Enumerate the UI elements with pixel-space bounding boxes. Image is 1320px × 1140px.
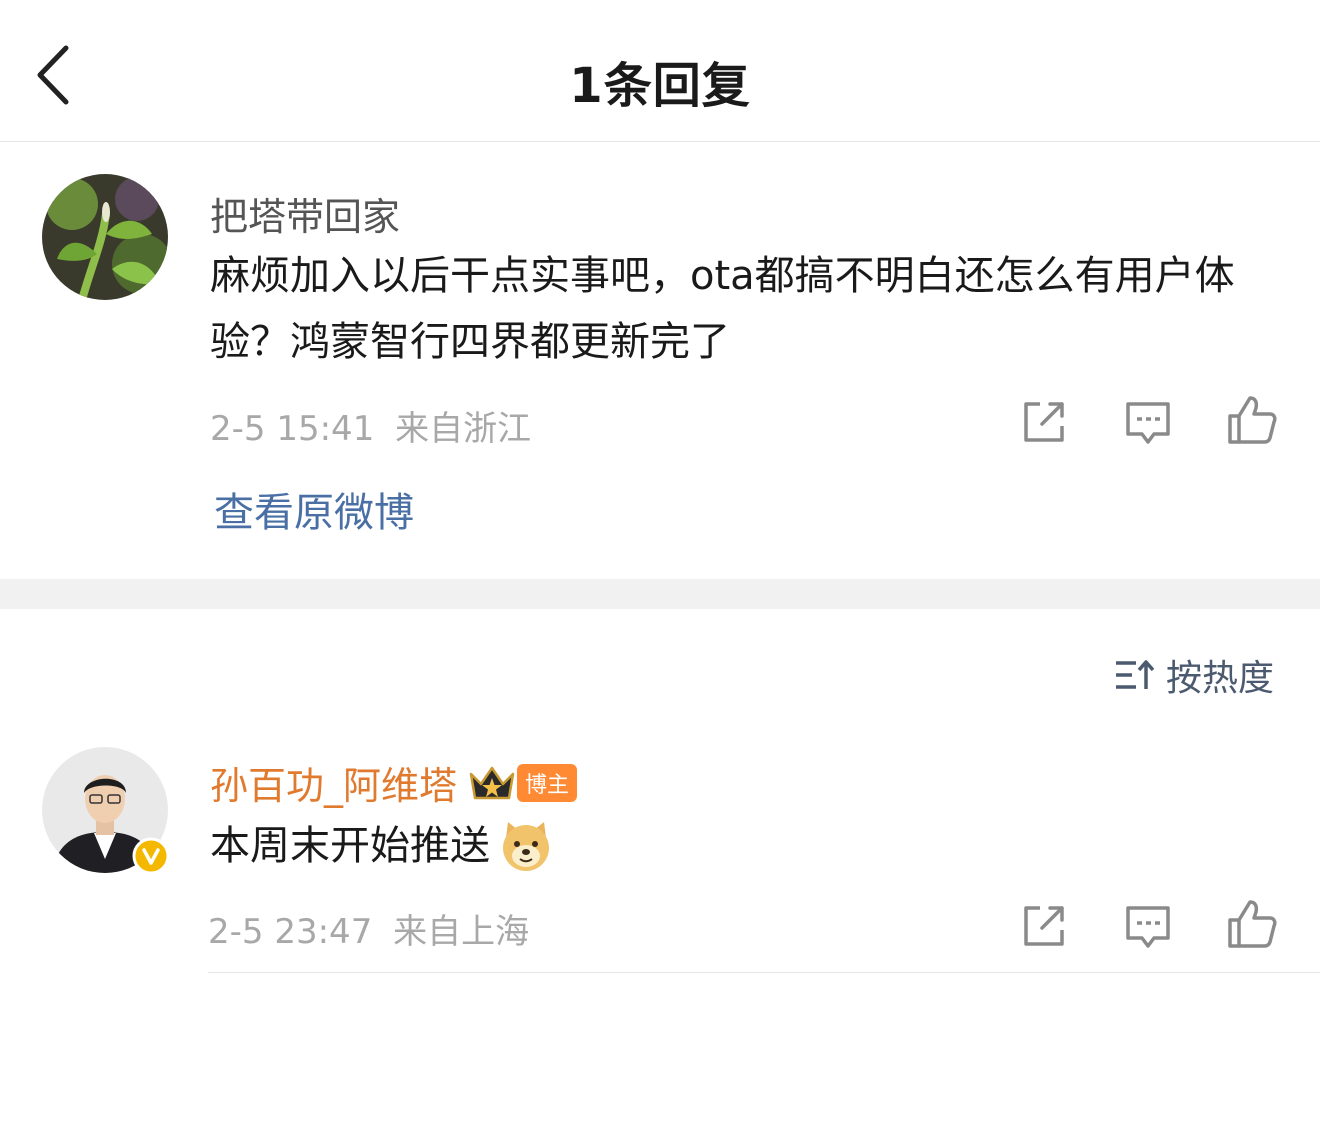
sort-by-popularity-button[interactable]: 按热度 bbox=[1114, 652, 1274, 699]
crown-icon bbox=[469, 766, 515, 799]
username[interactable]: 孙百功_阿维塔 bbox=[210, 755, 457, 810]
blogger-badge: 博主 bbox=[517, 763, 578, 802]
verified-icon bbox=[132, 837, 170, 875]
sort-icon bbox=[1115, 660, 1154, 689]
doge-emoji-icon bbox=[503, 822, 549, 871]
reply-comment: 孙百功_阿维塔 博主 本周末开始推送 2-5 23:47 来自上海 bbox=[0, 720, 1320, 980]
view-original-post-link[interactable]: 查看原微博 bbox=[214, 480, 414, 538]
page-title: 1条回复 bbox=[569, 58, 751, 114]
avatar[interactable] bbox=[42, 174, 168, 300]
share-icon bbox=[1024, 906, 1064, 946]
top-navigation-bar: 1条回复 bbox=[0, 0, 1320, 142]
sort-label: 按热度 bbox=[1165, 658, 1274, 699]
blogger-tag: 博主 bbox=[467, 762, 578, 804]
comment-icon bbox=[1126, 906, 1170, 948]
original-comment: 把塔带回家 麻烦加入以后干点实事吧，ota都搞不明白还怎么有用户体验？鸿蒙智行四… bbox=[0, 142, 1320, 579]
comment-text: 麻烦加入以后干点实事吧，ota都搞不明白还怎么有用户体验？鸿蒙智行四界都更新完了 bbox=[210, 253, 1235, 365]
comment-meta: 2-5 15:41 来自浙江 bbox=[210, 401, 531, 450]
reply-username-row: 孙百功_阿维塔 博主 bbox=[210, 755, 578, 810]
comment-time: 2-5 23:47 bbox=[208, 912, 373, 952]
like-icon bbox=[1228, 396, 1277, 444]
comment-button[interactable] bbox=[1122, 398, 1174, 450]
reply-divider bbox=[208, 972, 1320, 973]
plant-avatar-image bbox=[42, 174, 168, 300]
comment-location: 来自浙江 bbox=[395, 409, 532, 449]
share-button[interactable] bbox=[1018, 396, 1070, 448]
comment-button[interactable] bbox=[1122, 902, 1174, 954]
comment-location: 来自上海 bbox=[393, 912, 530, 952]
share-button[interactable] bbox=[1018, 900, 1070, 952]
section-divider bbox=[0, 579, 1320, 609]
like-icon bbox=[1228, 900, 1277, 948]
like-button[interactable] bbox=[1226, 898, 1278, 950]
comment-meta: 2-5 23:47 来自上海 bbox=[208, 904, 529, 953]
comment-icon bbox=[1126, 402, 1170, 444]
avatar[interactable] bbox=[42, 747, 170, 875]
comment-text: 本周末开始推送 bbox=[210, 823, 490, 869]
share-icon bbox=[1024, 402, 1064, 442]
username[interactable]: 把塔带回家 bbox=[210, 186, 400, 241]
comment-time: 2-5 15:41 bbox=[210, 409, 375, 449]
reply-text-row: 本周末开始推送 bbox=[210, 813, 1250, 879]
like-button[interactable] bbox=[1226, 394, 1278, 446]
